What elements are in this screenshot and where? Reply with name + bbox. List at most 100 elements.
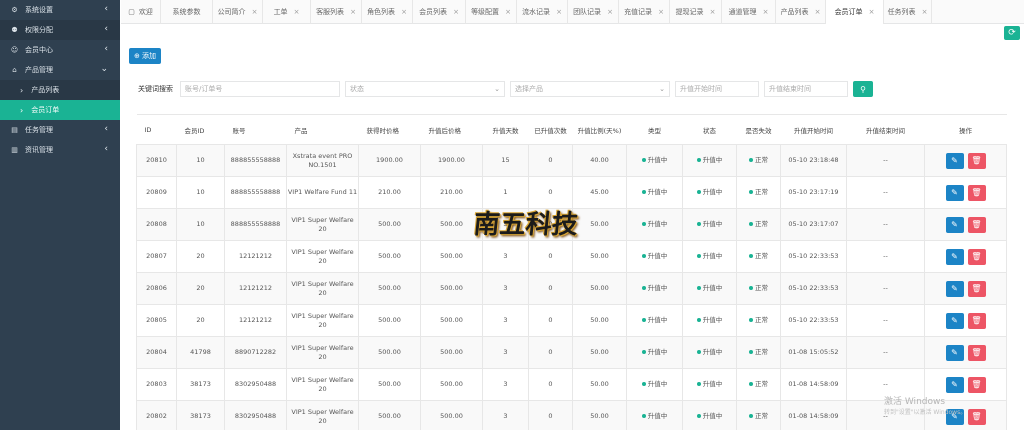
- delete-button[interactable]: 🗑: [967, 312, 986, 329]
- close-icon[interactable]: ×: [350, 8, 356, 16]
- close-icon[interactable]: ×: [453, 8, 459, 16]
- tab[interactable]: 会员列表 ×: [413, 0, 466, 24]
- end-time-input[interactable]: 升值结束时间: [764, 81, 848, 97]
- delete-button[interactable]: 🗑: [967, 344, 986, 361]
- cell-text: 40.00: [590, 156, 609, 164]
- cell-text: 升值中: [702, 252, 723, 260]
- tab[interactable]: 系统参数: [161, 0, 213, 24]
- close-icon[interactable]: ×: [401, 8, 407, 16]
- tab-label: 系统参数: [172, 7, 201, 16]
- tab[interactable]: 公司简介 ×: [213, 0, 263, 24]
- table-cell: 3: [482, 240, 529, 273]
- cell-text: 888855558888: [230, 220, 281, 228]
- sidebar-item[interactable]: ▥ 资讯管理 ‹: [0, 140, 120, 160]
- tab[interactable]: 工单 ×: [263, 0, 311, 24]
- edit-button[interactable]: ✎: [945, 344, 964, 361]
- tab[interactable]: 会员订单 ×: [826, 0, 884, 24]
- sidebar-subitem[interactable]: › 会员订单: [0, 100, 120, 120]
- tab[interactable]: 流水记录 ×: [517, 0, 568, 24]
- delete-button[interactable]: 🗑: [967, 408, 986, 425]
- close-icon[interactable]: ×: [710, 8, 716, 16]
- close-icon[interactable]: ×: [815, 8, 821, 16]
- add-button[interactable]: ⊕ 添加: [129, 48, 161, 64]
- refresh-button[interactable]: ⟳: [1004, 26, 1020, 40]
- edit-button[interactable]: ✎: [945, 184, 964, 201]
- search-button[interactable]: ⚲: [853, 81, 873, 97]
- cell-text: VIP1 Super Welfare 20: [291, 375, 354, 393]
- cell-text: 3: [503, 348, 508, 356]
- close-icon[interactable]: ×: [922, 8, 928, 16]
- close-icon[interactable]: ×: [658, 8, 664, 16]
- delete-button[interactable]: 🗑: [967, 280, 986, 297]
- start-time-input[interactable]: 升值开始时间: [675, 81, 759, 97]
- cell-text: 05-10 22:33:53: [788, 316, 839, 324]
- close-icon[interactable]: ×: [607, 8, 613, 16]
- cell-text: 升值中: [647, 156, 668, 164]
- table-row: 20806 20 12121212 VIP1 Super Welfare 20 500.…: [136, 272, 1007, 305]
- edit-button[interactable]: ✎: [945, 376, 964, 393]
- cell-text: 20810: [146, 156, 167, 164]
- close-icon[interactable]: ×: [869, 8, 875, 16]
- status-dot-icon: [696, 254, 701, 258]
- delete-button[interactable]: 🗑: [967, 376, 986, 393]
- shop-icon: ⌂: [12, 66, 17, 74]
- tab[interactable]: 角色列表 ×: [362, 0, 413, 24]
- sidebar-subitem[interactable]: › 产品列表: [0, 80, 120, 100]
- close-icon[interactable]: ×: [252, 8, 258, 16]
- table-cell: 500.00: [420, 400, 483, 430]
- delete-button[interactable]: 🗑: [967, 152, 986, 169]
- user-lock-icon: ⚉: [11, 26, 18, 34]
- edit-button[interactable]: ✎: [945, 216, 964, 233]
- cell-text: 05-10 23:17:19: [788, 188, 839, 196]
- account-search-input[interactable]: 账号/订单号: [180, 81, 340, 97]
- cell-text: 升值中: [647, 412, 668, 420]
- tab[interactable]: 任务列表 ×: [884, 0, 932, 24]
- chevron-right-icon: ›: [20, 85, 24, 95]
- sidebar-item[interactable]: ☺ 会员中心 ‹: [0, 40, 120, 60]
- tab[interactable]: 团队记录 ×: [568, 0, 619, 24]
- status-dot-icon: [696, 382, 701, 386]
- tab-label: 提现记录: [675, 7, 704, 16]
- close-icon[interactable]: ×: [763, 8, 769, 16]
- sidebar-item[interactable]: ⌂ 产品管理 ⌄: [0, 60, 120, 80]
- status-dot-icon: [696, 190, 701, 194]
- tab[interactable]: 充值记录 ×: [619, 0, 670, 24]
- tab-label: 等级配置: [471, 7, 500, 16]
- table-cell: 升值中: [682, 144, 737, 177]
- delete-button[interactable]: 🗑: [967, 184, 986, 201]
- cell-text: 正常: [755, 412, 768, 420]
- tab[interactable]: 等级配置 ×: [466, 0, 517, 24]
- cell-text: 20808: [146, 220, 167, 228]
- status-dot-icon: [696, 318, 701, 322]
- table-cell: 升值中: [626, 368, 683, 401]
- table-cell: 38173: [176, 368, 225, 401]
- tab[interactable]: ▢ 欢迎: [121, 0, 161, 24]
- edit-button[interactable]: ✎: [945, 312, 964, 329]
- table-cell: --: [846, 176, 925, 209]
- sidebar-item[interactable]: ▤ 任务管理 ‹: [0, 120, 120, 140]
- status-dot-icon: [749, 254, 753, 258]
- tab[interactable]: 通道管理 ×: [722, 0, 776, 24]
- sidebar-item[interactable]: ⚙ 系统设置 ‹: [0, 0, 120, 20]
- cell-text: 12121212: [238, 316, 273, 324]
- tab[interactable]: 产品列表 ×: [776, 0, 826, 24]
- edit-button[interactable]: ✎: [945, 280, 964, 297]
- sidebar-subitem-label: 会员订单: [31, 106, 60, 114]
- close-icon[interactable]: ×: [556, 8, 562, 16]
- delete-button[interactable]: 🗑: [967, 248, 986, 265]
- chevron-right-icon: ›: [20, 105, 24, 115]
- delete-button[interactable]: 🗑: [967, 216, 986, 233]
- status-dot-icon: [696, 222, 701, 226]
- edit-button[interactable]: ✎: [945, 152, 964, 169]
- sidebar-item[interactable]: ⚉ 权限分配 ‹: [0, 20, 120, 40]
- close-icon[interactable]: ×: [505, 8, 511, 16]
- cell-text: 50.00: [590, 348, 609, 356]
- edit-button[interactable]: ✎: [945, 248, 964, 265]
- cell-text: 正常: [755, 220, 768, 228]
- tab-label: 团队记录: [573, 7, 602, 16]
- product-select[interactable]: 选择产品 ⌄: [510, 81, 670, 97]
- tab[interactable]: 客服列表 ×: [311, 0, 362, 24]
- status-select[interactable]: 状态 ⌄: [345, 81, 505, 97]
- tab[interactable]: 提现记录 ×: [670, 0, 722, 24]
- close-icon[interactable]: ×: [294, 8, 300, 16]
